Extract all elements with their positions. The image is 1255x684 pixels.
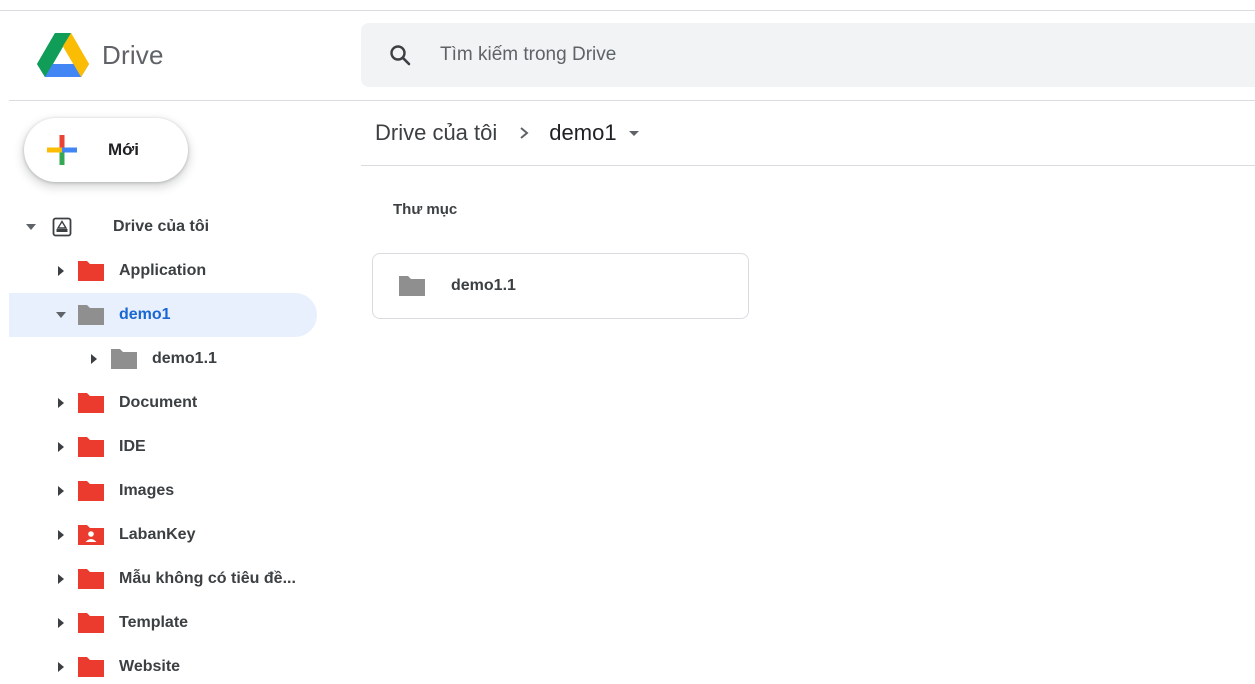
sidebar-item-label: Drive của tôi — [113, 218, 210, 235]
sidebar-item-template[interactable]: Template — [9, 601, 319, 645]
new-button-label: Mới — [108, 140, 139, 159]
folders-section-title: Thư mục — [393, 201, 458, 218]
new-button[interactable]: Mới — [24, 118, 188, 182]
chevron-right-icon[interactable] — [55, 617, 67, 629]
folder-card-label: demo1.1 — [451, 277, 516, 294]
sidebar-item-label: Website — [119, 658, 181, 675]
sidebar-item-ide[interactable]: IDE — [9, 425, 319, 469]
header-divider — [9, 100, 1255, 101]
sidebar-item-label: LabanKey — [119, 526, 196, 543]
sidebar-item-demo1[interactable]: demo1 — [9, 293, 317, 337]
sidebar-item-demo1-1[interactable]: demo1.1 — [9, 337, 319, 381]
folder-icon — [76, 611, 106, 635]
sidebar-item-label: Document — [119, 394, 198, 411]
shared-folder-icon — [76, 523, 106, 547]
sidebar-item-labankey[interactable]: LabanKey — [9, 513, 319, 557]
chevron-right-icon[interactable] — [55, 441, 67, 453]
folder-icon — [76, 391, 106, 415]
my-drive-icon — [52, 217, 72, 237]
sidebar-item-website[interactable]: Website — [9, 645, 319, 684]
sidebar-item-application[interactable]: Application — [9, 249, 319, 293]
sidebar-item-document[interactable]: Document — [9, 381, 319, 425]
sidebar-item-label: Mẫu không có tiêu đề... — [119, 570, 296, 587]
folder-icon — [76, 435, 106, 459]
folder-icon — [76, 567, 106, 591]
app-name: Drive — [102, 39, 164, 70]
search-icon[interactable] — [388, 43, 412, 67]
folder-icon — [76, 303, 106, 327]
chevron-right-icon[interactable] — [55, 529, 67, 541]
chevron-right-icon[interactable] — [88, 353, 100, 365]
breadcrumb-current[interactable]: demo1 — [549, 120, 616, 146]
sidebar-item-label: Template — [119, 614, 189, 631]
chevron-down-icon[interactable] — [25, 221, 37, 233]
sidebar-item-untitled-template[interactable]: Mẫu không có tiêu đề... — [9, 557, 319, 601]
folder-icon — [109, 347, 139, 371]
breadcrumb: Drive của tôi demo1 — [375, 110, 641, 156]
sidebar-tree: Drive của tôi Application demo1 demo1.1 … — [9, 205, 319, 684]
chevron-right-icon[interactable] — [55, 485, 67, 497]
top-divider — [0, 10, 1255, 11]
drive-logo-icon — [37, 33, 89, 77]
sidebar-item-images[interactable]: Images — [9, 469, 319, 513]
folder-icon — [76, 655, 106, 679]
chevron-right-icon[interactable] — [55, 397, 67, 409]
sidebar-item-label: Images — [119, 482, 175, 499]
folder-icon — [399, 276, 425, 296]
folder-icon — [76, 479, 106, 503]
folder-icon — [76, 259, 106, 283]
main-divider — [361, 165, 1255, 166]
search-input[interactable] — [438, 43, 1042, 67]
sidebar-item-label: demo1 — [119, 306, 171, 323]
breadcrumb-root[interactable]: Drive của tôi — [375, 120, 497, 146]
chevron-down-icon[interactable] — [55, 309, 67, 321]
sidebar-item-label: Application — [119, 262, 207, 279]
chevron-right-icon[interactable] — [55, 265, 67, 277]
plus-icon — [47, 135, 77, 165]
sidebar-item-label: demo1.1 — [152, 350, 217, 367]
chevron-right-icon[interactable] — [55, 661, 67, 673]
sidebar-item-label: IDE — [119, 438, 146, 455]
sidebar-item-my-drive[interactable]: Drive của tôi — [9, 205, 319, 249]
dropdown-arrow-icon[interactable] — [627, 126, 641, 140]
drive-app: Drive Mới — [0, 0, 1255, 684]
chevron-right-icon[interactable] — [55, 573, 67, 585]
drive-logo[interactable]: Drive — [36, 30, 164, 80]
search-bar[interactable] — [361, 23, 1255, 87]
chevron-right-icon — [517, 126, 531, 140]
folder-card-demo1-1[interactable]: demo1.1 — [372, 253, 749, 319]
